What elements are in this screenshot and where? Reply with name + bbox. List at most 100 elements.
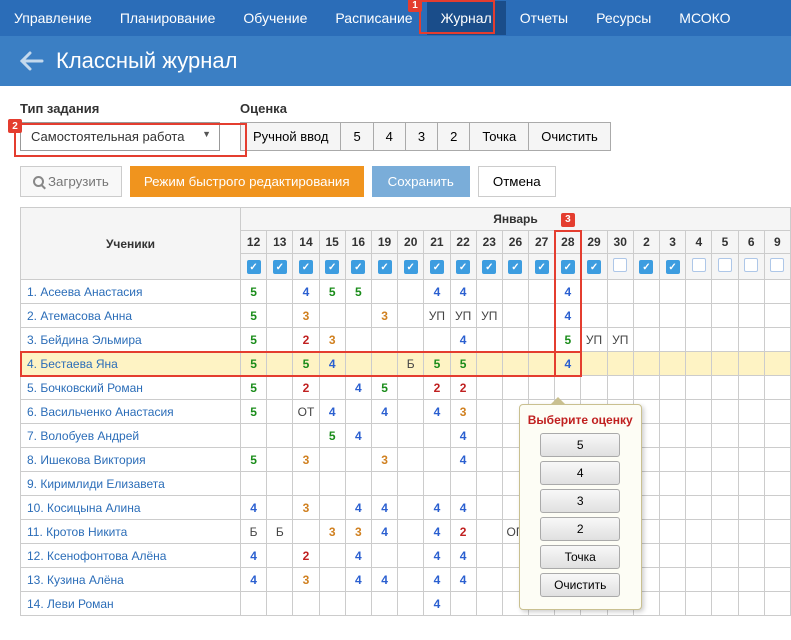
student-name[interactable]: 1. Асеева Анастасия [21,280,241,304]
grade-cell[interactable]: УП [424,304,450,328]
grade-cell[interactable]: 3 [319,520,345,544]
grade-cell[interactable] [633,280,659,304]
grade-cell[interactable]: 3 [293,568,319,592]
grade-cell[interactable] [738,304,764,328]
grade-cell[interactable] [764,400,790,424]
grade-cell[interactable] [660,376,686,400]
day-header[interactable]: 29 [581,231,607,254]
day-checkbox[interactable]: ✓ [666,260,680,274]
grade-cell[interactable] [686,520,712,544]
grade-cell[interactable] [660,592,686,616]
grade-cell[interactable] [686,472,712,496]
grade-cell[interactable] [686,352,712,376]
day-checkbox[interactable]: ✓ [456,260,470,274]
day-header[interactable]: 20 [398,231,424,254]
day-header[interactable]: 30 [607,231,633,254]
grade-cell[interactable] [267,328,293,352]
grade-cell[interactable] [398,472,424,496]
grade-cell[interactable] [660,520,686,544]
grade-btn-6[interactable]: Очистить [528,122,611,151]
grade-cell[interactable] [267,424,293,448]
student-name[interactable]: 9. Киримлиди Елизавета [21,472,241,496]
grade-cell[interactable] [267,592,293,616]
grade-cell[interactable] [267,280,293,304]
day-header[interactable]: 12 [241,231,267,254]
grade-cell[interactable] [529,328,555,352]
day-checkbox[interactable]: ✓ [273,260,287,274]
grade-cell[interactable] [293,592,319,616]
grade-cell[interactable] [686,568,712,592]
day-header[interactable]: 3 [660,231,686,254]
day-checkbox[interactable]: ✓ [247,260,261,274]
nav-item-5[interactable]: Отчеты [506,1,582,35]
grade-cell[interactable]: 3 [371,304,397,328]
grade-cell[interactable] [738,544,764,568]
grade-cell[interactable] [764,280,790,304]
grade-cell[interactable] [319,592,345,616]
grade-cell[interactable]: 4 [450,448,476,472]
grade-cell[interactable] [476,328,502,352]
grade-cell[interactable] [660,424,686,448]
grade-cell[interactable] [764,520,790,544]
grade-cell[interactable]: 4 [345,424,371,448]
grade-cell[interactable] [660,328,686,352]
grade-cell[interactable] [398,424,424,448]
day-header[interactable]: 28 [555,231,581,254]
grade-cell[interactable] [398,544,424,568]
day-header[interactable]: 27 [529,231,555,254]
grade-cell[interactable] [371,424,397,448]
grade-cell[interactable] [712,304,738,328]
grade-cell[interactable] [686,304,712,328]
grade-cell[interactable]: 4 [555,280,581,304]
grade-cell[interactable]: 5 [450,352,476,376]
grade-cell[interactable]: 2 [450,376,476,400]
grade-cell[interactable] [502,376,528,400]
student-name[interactable]: 6. Васильченко Анастасия [21,400,241,424]
grade-cell[interactable]: 5 [241,376,267,400]
grade-cell[interactable] [660,496,686,520]
day-checkbox[interactable]: ✓ [430,260,444,274]
grade-cell[interactable] [267,400,293,424]
grade-cell[interactable]: УП [450,304,476,328]
grade-cell[interactable] [686,400,712,424]
day-header[interactable]: 23 [476,231,502,254]
grade-cell[interactable] [476,592,502,616]
grade-cell[interactable]: 4 [241,544,267,568]
grade-cell[interactable] [712,280,738,304]
grade-cell[interactable] [371,472,397,496]
grade-cell[interactable] [712,448,738,472]
grade-cell[interactable] [476,568,502,592]
day-checkbox[interactable] [692,258,706,272]
grade-cell[interactable]: 4 [555,352,581,376]
grade-cell[interactable]: 4 [450,280,476,304]
day-header[interactable]: 15 [319,231,345,254]
fast-edit-button[interactable]: Режим быстрого редактирования [130,166,364,197]
grade-cell[interactable]: 2 [450,520,476,544]
grade-cell[interactable] [660,544,686,568]
grade-cell[interactable] [581,280,607,304]
day-header[interactable]: 16 [345,231,371,254]
student-name[interactable]: 10. Косицына Алина [21,496,241,520]
grade-cell[interactable] [738,400,764,424]
grade-cell[interactable] [345,328,371,352]
grade-cell[interactable]: 4 [371,496,397,520]
grade-cell[interactable] [764,472,790,496]
grade-cell[interactable] [398,496,424,520]
grade-cell[interactable] [712,592,738,616]
grade-cell[interactable] [398,568,424,592]
grade-cell[interactable]: УП [607,328,633,352]
grade-cell[interactable]: 5 [241,280,267,304]
student-name[interactable]: 12. Ксенофонтова Алёна [21,544,241,568]
grade-cell[interactable] [660,472,686,496]
grade-cell[interactable] [476,448,502,472]
grade-cell[interactable] [633,304,659,328]
grade-cell[interactable] [267,472,293,496]
grade-cell[interactable] [424,328,450,352]
grade-cell[interactable] [764,424,790,448]
popup-option-4[interactable]: Точка [540,545,620,569]
grade-cell[interactable]: 5 [555,328,581,352]
save-button[interactable]: Сохранить [372,166,470,197]
grade-cell[interactable]: 4 [424,496,450,520]
grade-cell[interactable] [764,328,790,352]
grade-cell[interactable] [502,280,528,304]
